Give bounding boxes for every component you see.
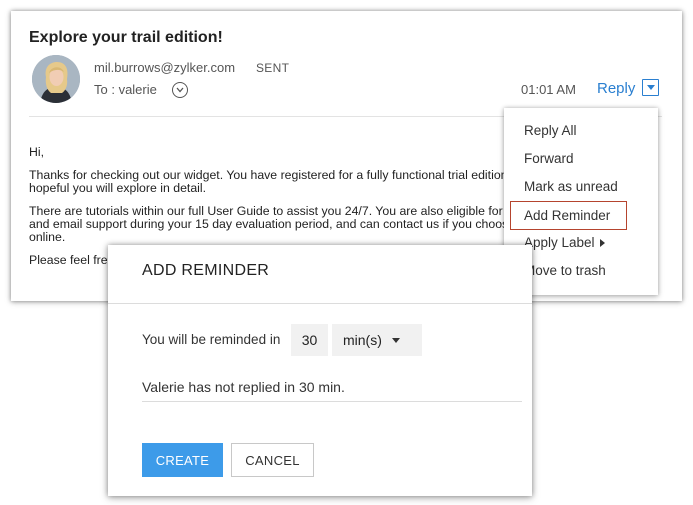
menu-item-label: Apply Label — [524, 235, 595, 250]
reply-button[interactable]: Reply — [597, 80, 635, 97]
dialog-title: ADD REMINDER — [142, 262, 270, 279]
caret-right-icon — [599, 239, 605, 248]
menu-item-add-reminder[interactable]: Add Reminder — [510, 201, 627, 230]
caret-down-icon — [646, 85, 655, 90]
email-time: 01:01 AM — [521, 82, 576, 97]
reminder-status-message: Valerie has not replied in 30 min. — [142, 379, 345, 395]
recipient-line: To : valerie — [94, 82, 157, 97]
reminder-unit-select[interactable]: min(s) — [332, 324, 422, 356]
chevron-circle-down-icon[interactable] — [172, 82, 188, 98]
unit-select-value: min(s) — [343, 332, 382, 348]
body-line: hopeful you will explore in detail. — [29, 181, 207, 195]
body-greeting: Hi, — [29, 146, 45, 159]
menu-item-move-to-trash[interactable]: Move to trash — [524, 261, 606, 281]
status-divider — [142, 401, 522, 402]
remind-label: You will be reminded in — [142, 332, 281, 347]
menu-item-apply-label[interactable]: Apply Label — [524, 233, 605, 253]
email-subject: Explore your trail edition! — [29, 29, 223, 46]
sender-avatar — [32, 55, 80, 103]
menu-item-reply-all[interactable]: Reply All — [524, 121, 577, 141]
sent-status: SENT — [256, 61, 290, 75]
sender-email: mil.burrows@zylker.com — [94, 60, 236, 75]
create-button[interactable]: CREATE — [142, 443, 223, 477]
reminder-quantity-input[interactable]: 30 — [291, 324, 328, 356]
add-reminder-dialog: ADD REMINDER You will be reminded in 30 … — [108, 245, 532, 496]
reply-dropdown-toggle[interactable] — [642, 79, 659, 96]
body-line: online. — [29, 230, 66, 244]
menu-item-forward[interactable]: Forward — [524, 149, 574, 169]
chevron-down-icon — [391, 337, 400, 343]
dialog-divider — [108, 303, 532, 304]
menu-item-mark-unread[interactable]: Mark as unread — [524, 177, 618, 197]
cancel-button[interactable]: CANCEL — [231, 443, 314, 477]
body-line: and email support during your 15 day eva… — [29, 217, 514, 231]
